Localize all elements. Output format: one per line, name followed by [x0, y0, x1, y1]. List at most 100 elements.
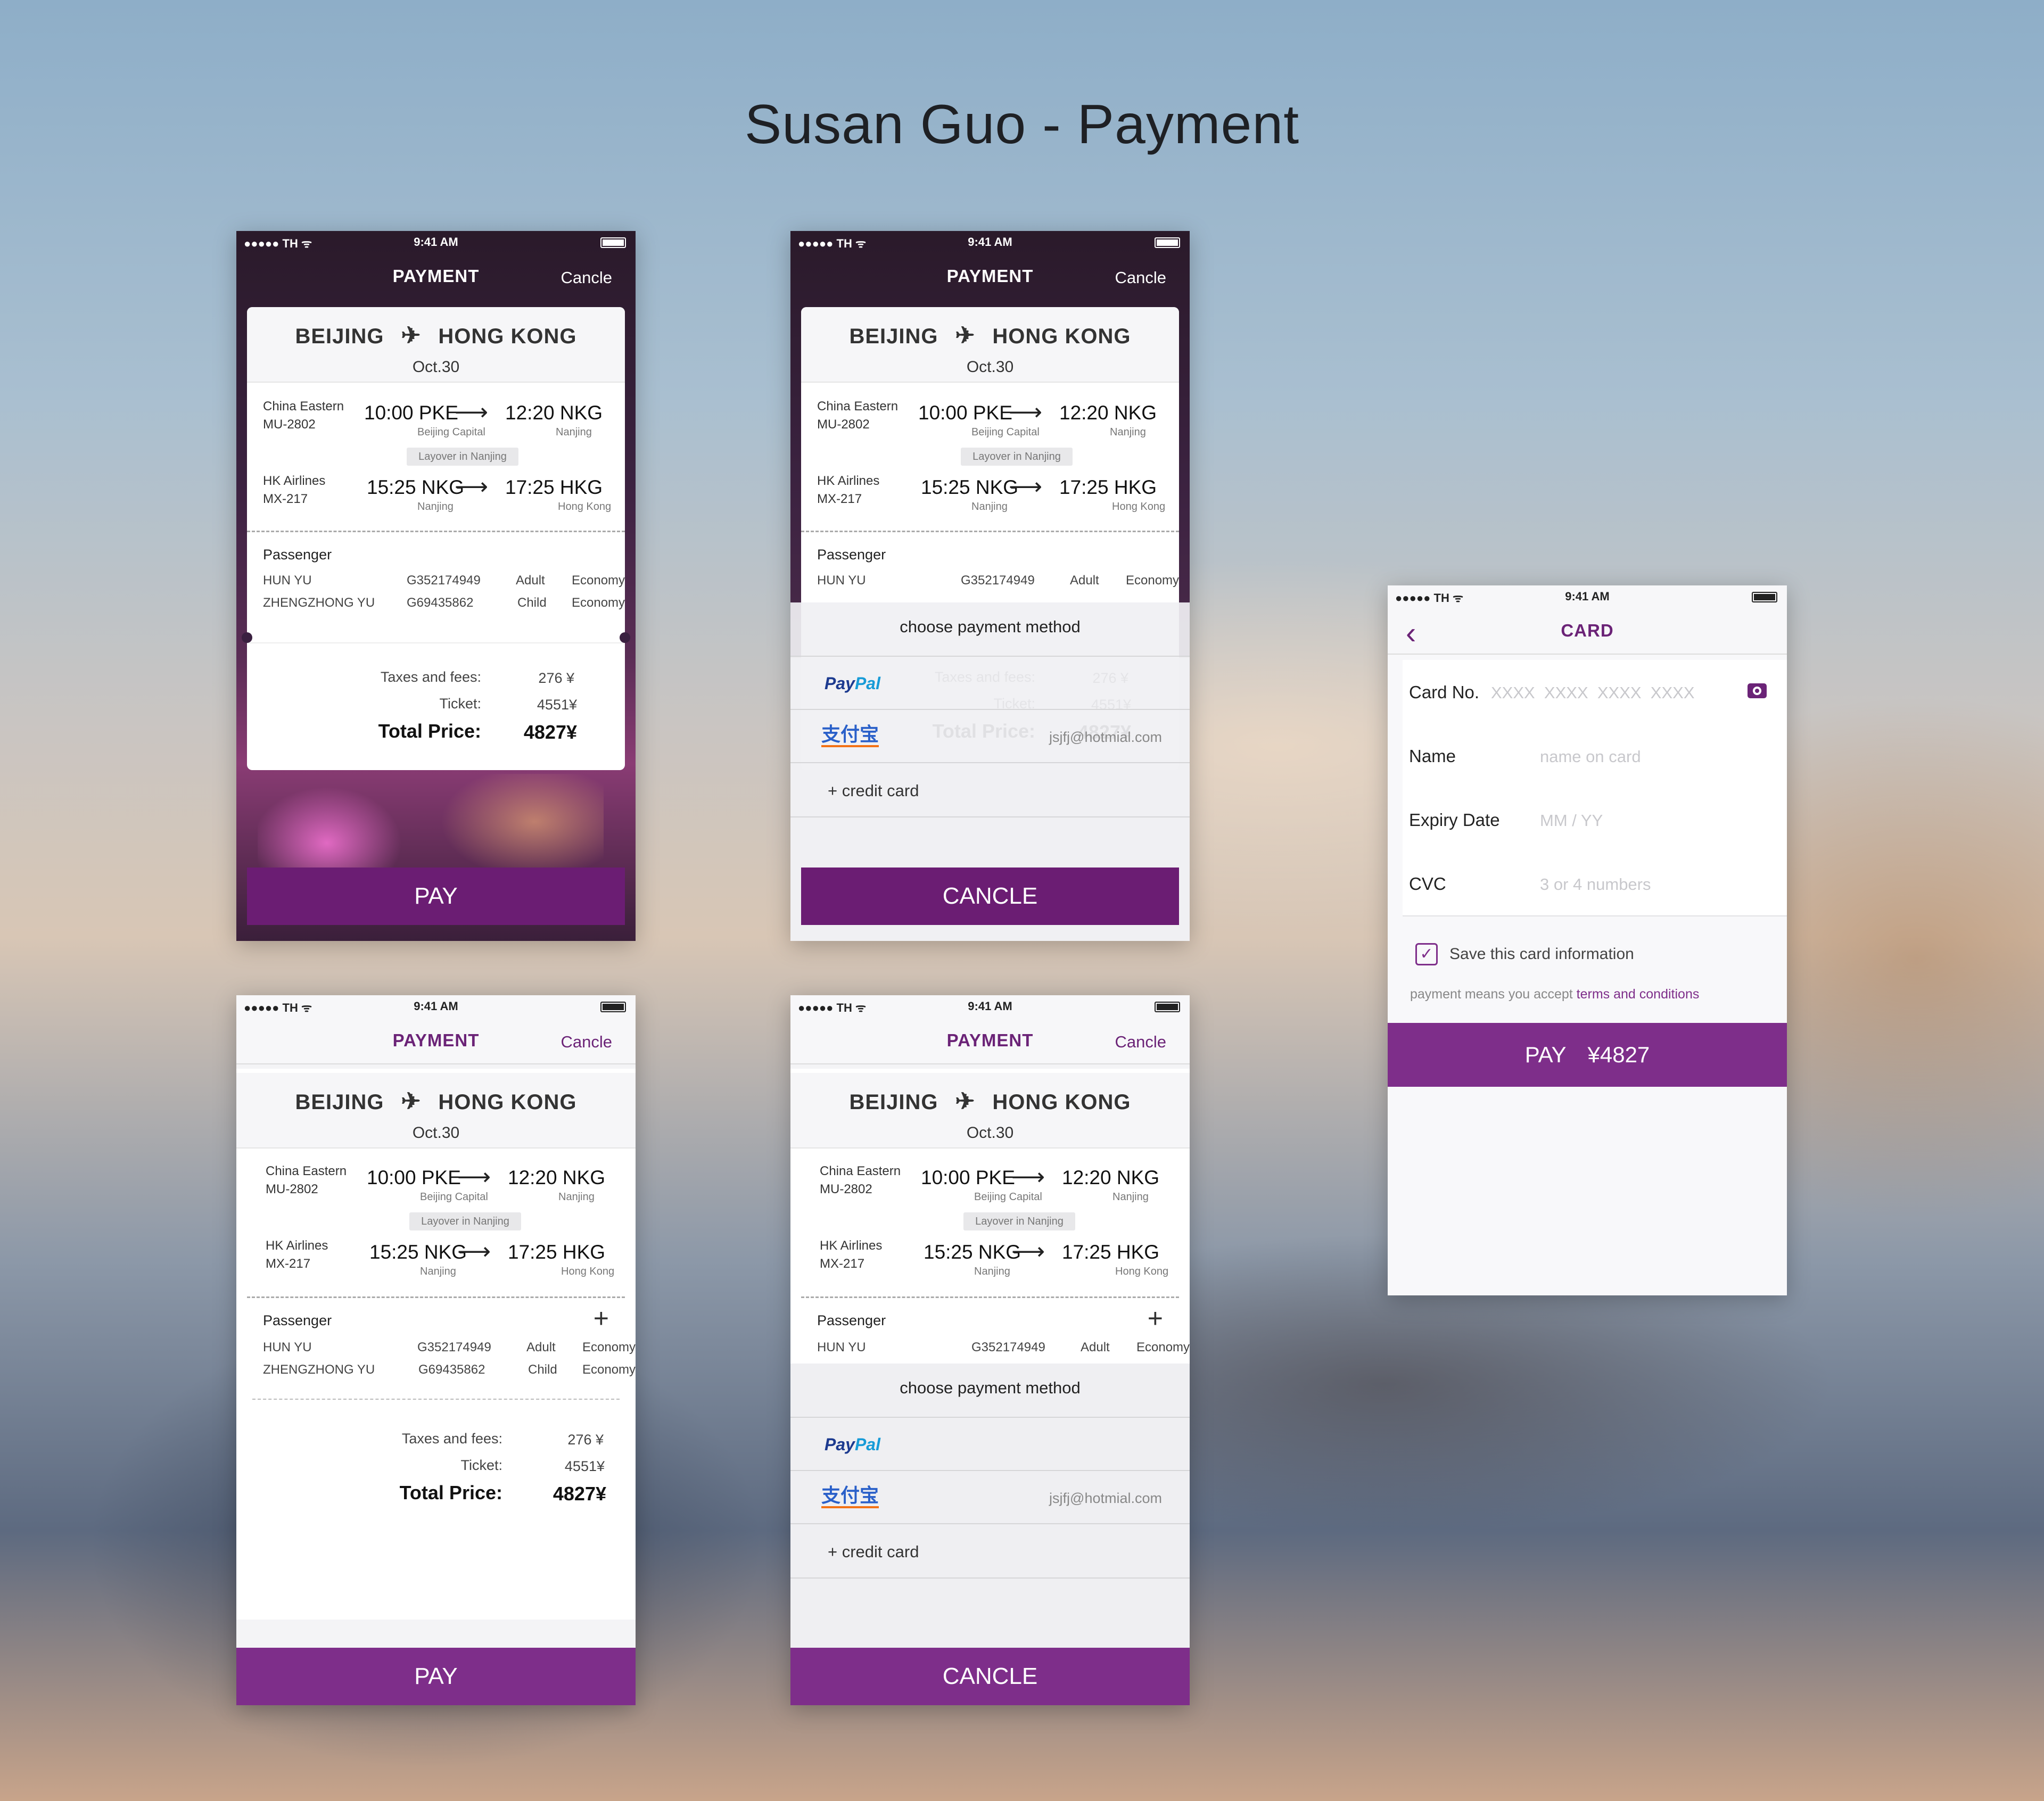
passenger-id: G352174949 — [961, 573, 1035, 588]
arrow-right-icon: ⟶ — [457, 1164, 491, 1190]
departure-airport: Nanjing — [417, 501, 454, 513]
credit-card-option[interactable]: + credit card — [790, 762, 1190, 817]
layover-badge: Layover in Nanjing — [961, 448, 1073, 466]
pay-button[interactable]: PAY — [247, 868, 625, 925]
departure-airport: Nanjing — [974, 1266, 1010, 1277]
destination-city: HONG KONG — [992, 1090, 1131, 1114]
passenger-row: ZHENGZHONG YU G69435862 Child Economy — [263, 596, 625, 617]
passenger-name: ZHENGZHONG YU — [263, 596, 375, 610]
sheet-title: choose payment method — [900, 1378, 1081, 1397]
flight-number: MX-217 — [817, 492, 862, 506]
terms-prefix: payment means you accept — [1410, 987, 1577, 1002]
passenger-class: Economy — [572, 596, 625, 610]
departure-airport: Nanjing — [420, 1266, 456, 1277]
add-credit-card: + credit card — [828, 781, 919, 800]
cancel-link[interactable]: Cancle — [561, 268, 613, 287]
status-time: 9:41 AM — [968, 999, 1012, 1013]
passenger-row: HUN YU G352174949 Adult Economy — [263, 573, 625, 594]
nav-bar: PAYMENT Cancle — [790, 1017, 1190, 1064]
arrival-time: 17:25 HKG — [508, 1241, 606, 1263]
status-bar: ●●●●● TH ᯤ 9:41 AM — [236, 995, 636, 1017]
passenger-class: Economy — [1136, 1340, 1190, 1354]
payment-method-sheet: choose payment method PayPal 支付宝 jsjfj@h… — [790, 1364, 1190, 1648]
airline-name: China Eastern — [820, 1164, 901, 1178]
departure-time: 10:00 PKE — [364, 402, 458, 424]
battery-icon — [1155, 1002, 1180, 1012]
departure-time: 15:25 NKG — [921, 476, 1019, 498]
total-value: 4827¥ — [523, 721, 577, 743]
paypal-option[interactable]: PayPal — [790, 1417, 1190, 1471]
pay-label: PAY — [1524, 1042, 1567, 1067]
arrow-right-icon: ⟶ — [457, 1238, 491, 1265]
airline-name: China Eastern — [817, 399, 899, 414]
card-number-input[interactable]: XXXX XXXX XXXX XXXX — [1491, 683, 1695, 703]
cvc-input[interactable]: 3 or 4 numbers — [1540, 875, 1651, 894]
phone-payment-dark: ●●●●● TH ᯤ 9:41 AM PAYMENT Cancle BEIJIN… — [236, 231, 636, 941]
cancel-link[interactable]: Cancle — [1115, 268, 1167, 287]
card-number-label: Card No. — [1409, 682, 1480, 702]
arrow-right-icon: ⟶ — [1011, 1238, 1045, 1265]
phone-payment-method-dark: ●●●●● TH ᯤ 9:41 AM PAYMENT Cancle BEIJIN… — [790, 231, 1190, 941]
alipay-option[interactable]: 支付宝 jsjfj@hotmial.com — [790, 709, 1190, 763]
passenger-id: G352174949 — [407, 573, 481, 588]
paypal-option[interactable]: PayPal — [790, 656, 1190, 710]
divider — [247, 1296, 625, 1298]
status-bar: ●●●●● TH ᯤ 9:41 AM — [1388, 585, 1787, 607]
flight-segment: China Eastern MU-2802 10:00 PKE ⟶ 12:20 N… — [247, 398, 625, 445]
arrival-time: 12:20 NKG — [1062, 1167, 1160, 1188]
taxes-label: Taxes and fees: — [380, 669, 481, 685]
taxes-value: 276 ¥ — [538, 670, 574, 686]
terms-link[interactable]: terms and conditions — [1577, 987, 1700, 1002]
total-value: 4827¥ — [553, 1483, 606, 1505]
camera-icon[interactable] — [1748, 683, 1767, 698]
cancel-link[interactable]: Cancle — [1115, 1032, 1167, 1052]
paypal-logo-text: Pay — [825, 674, 855, 693]
name-input[interactable]: name on card — [1540, 747, 1641, 766]
expiry-input[interactable]: MM / YY — [1540, 811, 1603, 830]
credit-card-option[interactable]: + credit card — [790, 1523, 1190, 1579]
status-time: 9:41 AM — [1565, 590, 1610, 603]
divider — [247, 642, 625, 643]
flight-number: MX-217 — [263, 492, 308, 506]
alipay-account: jsjfj@hotmial.com — [1049, 1490, 1162, 1506]
departure-airport: Beijing Capital — [974, 1191, 1042, 1203]
add-passenger-icon[interactable]: + — [594, 1303, 609, 1334]
layover-badge: Layover in Nanjing — [963, 1212, 1075, 1230]
battery-icon — [1155, 237, 1180, 248]
passenger-id: G69435862 — [418, 1362, 485, 1377]
arrival-airport: Nanjing — [558, 1191, 595, 1203]
cancel-button[interactable]: CANCLE — [801, 868, 1179, 925]
save-card-checkbox[interactable]: ✓ — [1415, 943, 1438, 965]
cancel-link[interactable]: Cancle — [561, 1032, 613, 1052]
cancel-button[interactable]: CANCLE — [790, 1648, 1190, 1705]
arrival-time: 12:20 NKG — [508, 1167, 606, 1188]
passenger-name: HUN YU — [817, 573, 866, 588]
passenger-class: Economy — [582, 1362, 636, 1377]
phone-card-entry: ●●●●● TH ᯤ 9:41 AM ‹ CARD Card No. XXXX … — [1388, 585, 1787, 1295]
departure-time: 10:00 PKE — [921, 1167, 1015, 1188]
name-row: Name name on card — [1403, 724, 1787, 789]
battery-icon — [1752, 592, 1777, 602]
total-label: Total Price: — [399, 1482, 502, 1503]
terms-text: payment means you accept terms and condi… — [1410, 987, 1699, 1002]
airline-name: HK Airlines — [820, 1238, 883, 1253]
passenger-id: G69435862 — [407, 596, 474, 610]
arrow-right-icon: ⟶ — [1011, 1164, 1045, 1190]
airline-name: HK Airlines — [266, 1238, 328, 1253]
route-header: BEIJING ✈ HONG KONG Oct.30 — [247, 307, 625, 383]
paypal-logo-text: Pal — [854, 1435, 880, 1454]
ticket-card: BEIJING ✈ HONG KONG Oct.30 China Eastern MU… — [247, 307, 625, 770]
flight-segment: HK Airlines MX-217 15:25 NKG ⟶ 17:25 HKG … — [236, 1237, 636, 1285]
flight-date: Oct.30 — [966, 1124, 1014, 1142]
alipay-option[interactable]: 支付宝 jsjfj@hotmial.com — [790, 1470, 1190, 1524]
pay-button[interactable]: PAY ¥4827 — [1388, 1023, 1787, 1087]
status-time: 9:41 AM — [414, 235, 458, 249]
layover-badge: Layover in Nanjing — [409, 1212, 521, 1230]
arrival-time: 12:20 NKG — [1059, 402, 1157, 424]
add-passenger-icon[interactable]: + — [1148, 1303, 1163, 1334]
destination-city: HONG KONG — [438, 1090, 577, 1114]
save-card-label: Save this card information — [1449, 945, 1634, 963]
page-title: Susan Guo - Payment — [744, 94, 1300, 155]
pay-button[interactable]: PAY — [236, 1648, 636, 1705]
arrival-airport: Hong Kong — [561, 1266, 615, 1277]
